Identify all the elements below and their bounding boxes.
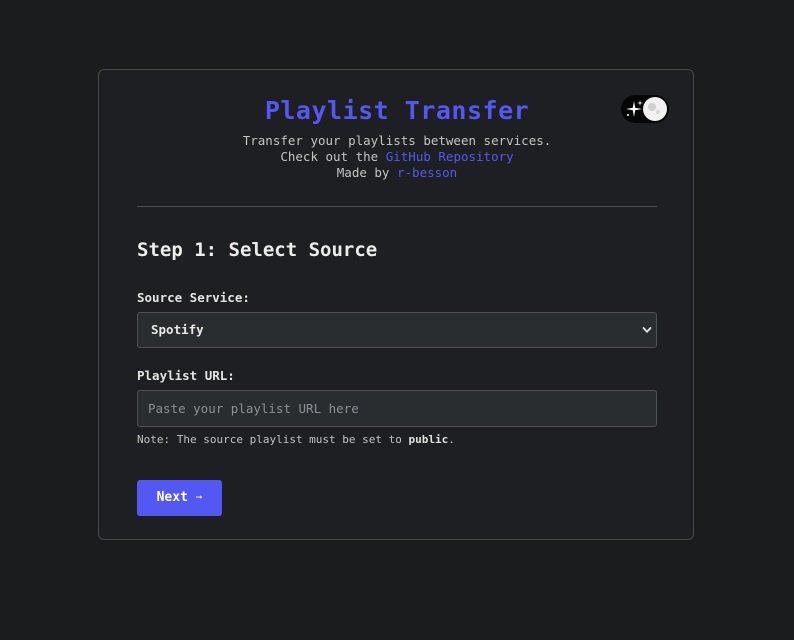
playlist-url-placeholder: Paste your playlist URL here <box>148 401 359 416</box>
arrow-right-icon: ➞ <box>195 491 203 504</box>
step-title: Step 1: Select Source <box>137 239 378 261</box>
note-text: Note: The source playlist must be set to <box>137 433 402 446</box>
chevron-down-icon <box>642 327 652 333</box>
source-service-select[interactable]: Spotify <box>137 312 657 348</box>
author-line: Made by r-besson <box>99 165 695 181</box>
page-title: Playlist Transfer <box>264 96 530 125</box>
note-emphasis: public <box>408 433 449 446</box>
author-prefix: Made by <box>336 165 390 180</box>
playlist-url-input[interactable]: Paste your playlist URL here <box>137 390 657 427</box>
author-link[interactable]: r-besson <box>397 165 457 180</box>
github-repository-link[interactable]: GitHub Repository <box>386 149 514 164</box>
source-service-label: Source Service: <box>137 290 250 305</box>
note-suffix: . <box>448 433 455 446</box>
next-button-label: Next <box>156 490 188 505</box>
playlist-url-label: Playlist URL: <box>137 368 235 383</box>
transfer-card: Playlist Transfer Transfer your playlist… <box>98 69 694 540</box>
repo-prefix: Check out the <box>280 149 379 164</box>
source-service-value: Spotify <box>151 322 204 337</box>
next-button[interactable]: Next ➞ <box>137 480 222 516</box>
tagline: Transfer your playlists between services… <box>242 133 552 148</box>
header-divider <box>137 206 657 207</box>
repo-line: Check out the GitHub Repository <box>99 149 695 165</box>
public-note: Note: The source playlist must be set to… <box>137 433 455 446</box>
header-subtitle: Transfer your playlists between services… <box>99 133 695 181</box>
